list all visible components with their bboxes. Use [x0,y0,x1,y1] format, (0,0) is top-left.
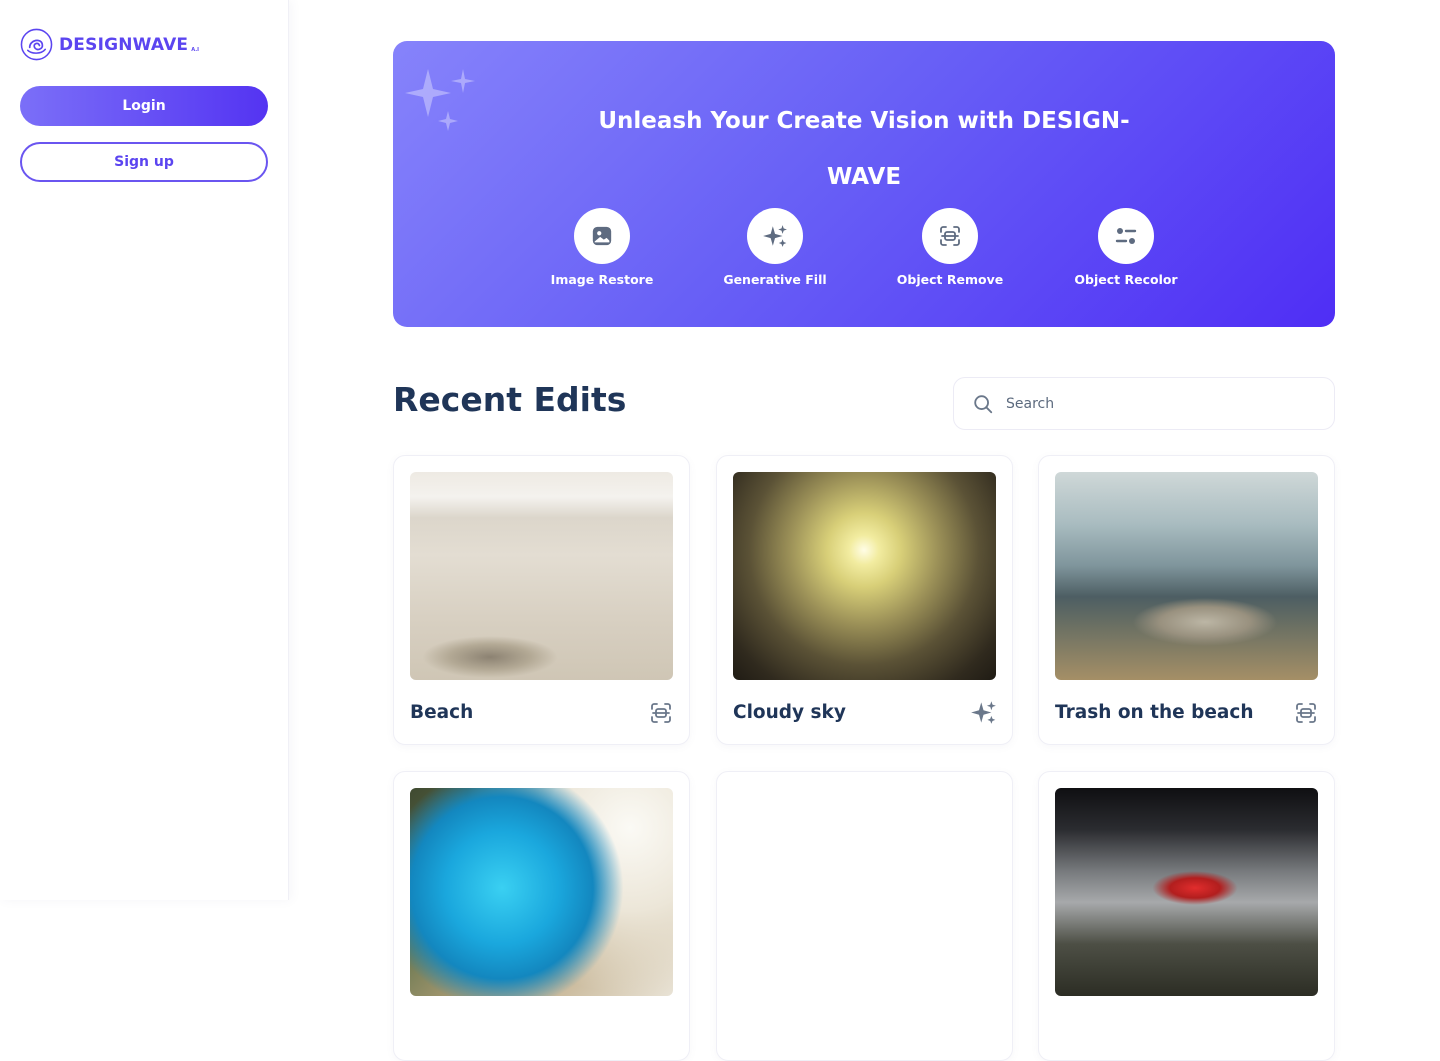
hero-title-line-1: Unleash Your Create Vision with DESIGN- [598,108,1130,134]
edit-card-blue-rose[interactable] [393,771,690,1061]
tool-generative-fill-circle[interactable] [747,208,803,264]
card-title: Beach [410,702,474,723]
logo[interactable]: DESIGNWAVE A.I [20,28,199,61]
edit-card-cloudy-sky[interactable]: Cloudy sky [716,455,1013,745]
object-remove-icon [940,226,960,246]
signup-button[interactable]: Sign up [20,142,268,182]
edit-card-beach[interactable]: Beach [393,455,690,745]
object-remove-icon [1296,703,1316,723]
card-title: Cloudy sky [733,702,846,723]
card-image[interactable] [1055,472,1318,680]
edit-card-empty[interactable] [716,771,1013,1061]
tool-object-remove[interactable]: Object Remove [875,208,1025,287]
section-title: Recent Edits [393,380,627,419]
tool-object-recolor[interactable]: Object Recolor [1051,208,1201,287]
tool-generative-fill[interactable]: Generative Fill [700,208,850,287]
hero-title-line-2: WAVE [826,164,902,190]
tool-object-recolor-circle[interactable] [1098,208,1154,264]
login-button[interactable]: Login [20,86,268,126]
card-title: Trash on the beach [1055,702,1254,723]
tool-label: Object Remove [896,272,1004,287]
search-input[interactable] [1006,395,1306,412]
image-restore-icon [592,226,612,246]
tool-label: Image Restore [550,272,654,287]
card-image[interactable] [410,788,673,996]
logo-wave-icon [20,28,53,61]
logo-text: DESIGNWAVE [59,34,189,55]
tool-label: Object Recolor [1074,272,1178,287]
sparkles-icon [971,701,996,724]
object-remove-icon [651,703,671,723]
edit-card-trash-on-the-beach[interactable]: Trash on the beach [1038,455,1335,745]
hero-banner: Unleash Your Create Vision with DESIGN- … [393,41,1335,327]
card-image[interactable] [1055,788,1318,996]
search-box[interactable] [953,377,1335,430]
card-image[interactable] [733,472,996,680]
tool-image-restore[interactable]: Image Restore [527,208,677,287]
tool-image-restore-circle[interactable] [574,208,630,264]
sparkles-icon [763,225,787,247]
card-image[interactable] [410,472,673,680]
sidebar: DESIGNWAVE A.I Login Sign up [0,0,289,900]
logo-suffix: A.I [191,46,199,53]
hero-title: Unleash Your Create Vision with DESIGN- … [393,93,1335,205]
edit-card-red-car[interactable] [1038,771,1335,1061]
tool-label: Generative Fill [723,272,827,287]
tool-object-remove-circle[interactable] [922,208,978,264]
recolor-icon [1115,228,1137,244]
search-icon [974,394,993,413]
